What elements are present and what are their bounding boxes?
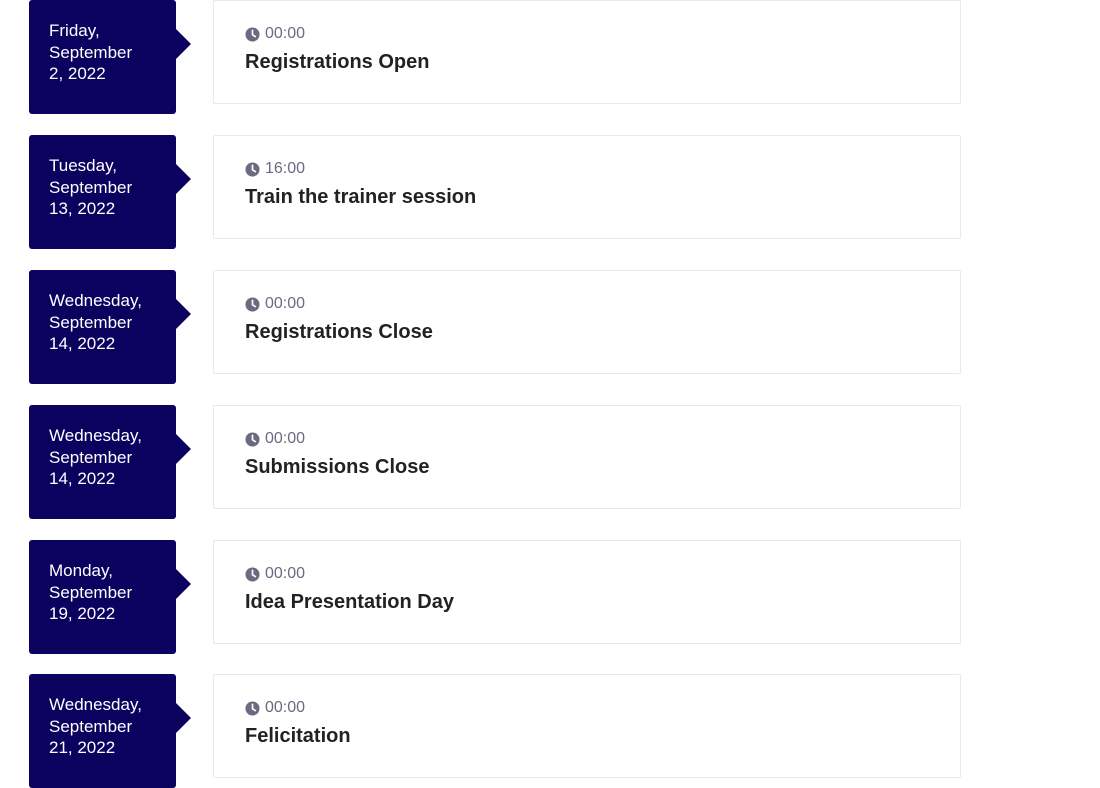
date-pointer-arrow (176, 299, 191, 329)
event-time: 00:00 (245, 294, 305, 314)
clock-icon (245, 296, 260, 312)
event-title[interactable]: Registrations Close (245, 321, 433, 344)
event-date-box: Wednesday, September 14, 2022 (29, 270, 176, 384)
event-time-label: 00:00 (265, 430, 306, 447)
event-date-weekday: Monday, (49, 561, 113, 580)
event-date-month: September (49, 582, 133, 602)
event-date-day-year: 2, 2022 (49, 64, 106, 83)
clock-icon (245, 566, 260, 582)
event-date-day-year: 14, 2022 (49, 334, 116, 353)
event-date-weekday: Wednesday, (49, 695, 142, 714)
clock-icon (245, 431, 260, 447)
event-time-label: 00:00 (265, 699, 306, 716)
event-time: 00:00 (245, 24, 305, 44)
date-pointer-arrow (176, 29, 191, 59)
timeline-event: Tuesday, September 13, 2022 16:00 Train … (0, 135, 1100, 250)
event-date-box: Monday, September 19, 2022 (29, 540, 176, 654)
event-title[interactable]: Felicitation (245, 725, 351, 748)
event-date-box: Tuesday, September 13, 2022 (29, 135, 176, 249)
date-pointer-arrow (176, 164, 191, 194)
event-card[interactable]: 00:00 Registrations Close (213, 270, 961, 374)
event-time: 00:00 (245, 698, 305, 718)
event-date-month: September (49, 42, 133, 62)
timeline-event: Wednesday, September 21, 2022 00:00 Feli… (0, 674, 1100, 788)
event-card[interactable]: 00:00 Submissions Close (213, 405, 961, 509)
timeline-event: Friday, September 2, 2022 00:00 Registra… (0, 0, 1100, 115)
event-card[interactable]: 00:00 Registrations Open (213, 0, 961, 104)
timeline-event: Monday, September 19, 2022 00:00 Idea Pr… (0, 540, 1100, 655)
event-date-weekday: Tuesday, (49, 156, 118, 175)
event-date-month: September (49, 312, 133, 332)
event-title[interactable]: Idea Presentation Day (245, 591, 454, 614)
event-time-label: 00:00 (265, 25, 306, 42)
event-date-day-year: 13, 2022 (49, 199, 116, 218)
clock-icon (245, 161, 260, 177)
event-time: 16:00 (245, 159, 305, 179)
event-date-month: September (49, 716, 133, 736)
event-title[interactable]: Train the trainer session (245, 186, 476, 209)
event-time-label: 00:00 (265, 295, 306, 312)
event-card[interactable]: 00:00 Idea Presentation Day (213, 540, 961, 644)
event-time-label: 16:00 (265, 160, 306, 177)
event-date-box: Wednesday, September 14, 2022 (29, 405, 176, 519)
event-time: 00:00 (245, 429, 305, 449)
events-timeline: Friday, September 2, 2022 00:00 Registra… (0, 0, 1100, 788)
date-pointer-arrow (176, 434, 191, 464)
event-date-day-year: 19, 2022 (49, 604, 116, 623)
event-date-box: Friday, September 2, 2022 (29, 0, 176, 114)
timeline-event: Wednesday, September 14, 2022 00:00 Regi… (0, 270, 1100, 385)
event-date-weekday: Wednesday, (49, 291, 142, 310)
clock-icon (245, 700, 260, 716)
date-pointer-arrow (176, 703, 191, 733)
event-date-weekday: Wednesday, (49, 426, 142, 445)
clock-icon (245, 26, 260, 42)
event-time: 00:00 (245, 564, 305, 584)
event-card[interactable]: 16:00 Train the trainer session (213, 135, 961, 239)
date-pointer-arrow (176, 569, 191, 599)
timeline-event: Wednesday, September 14, 2022 00:00 Subm… (0, 405, 1100, 520)
event-date-weekday: Friday, (49, 21, 100, 40)
event-date-month: September (49, 177, 133, 197)
event-time-label: 00:00 (265, 565, 306, 582)
event-date-day-year: 21, 2022 (49, 738, 116, 757)
event-date-month: September (49, 447, 133, 467)
event-card[interactable]: 00:00 Felicitation (213, 674, 961, 778)
event-title[interactable]: Registrations Open (245, 51, 429, 74)
event-date-box: Wednesday, September 21, 2022 (29, 674, 176, 788)
event-date-day-year: 14, 2022 (49, 469, 116, 488)
event-title[interactable]: Submissions Close (245, 456, 430, 479)
